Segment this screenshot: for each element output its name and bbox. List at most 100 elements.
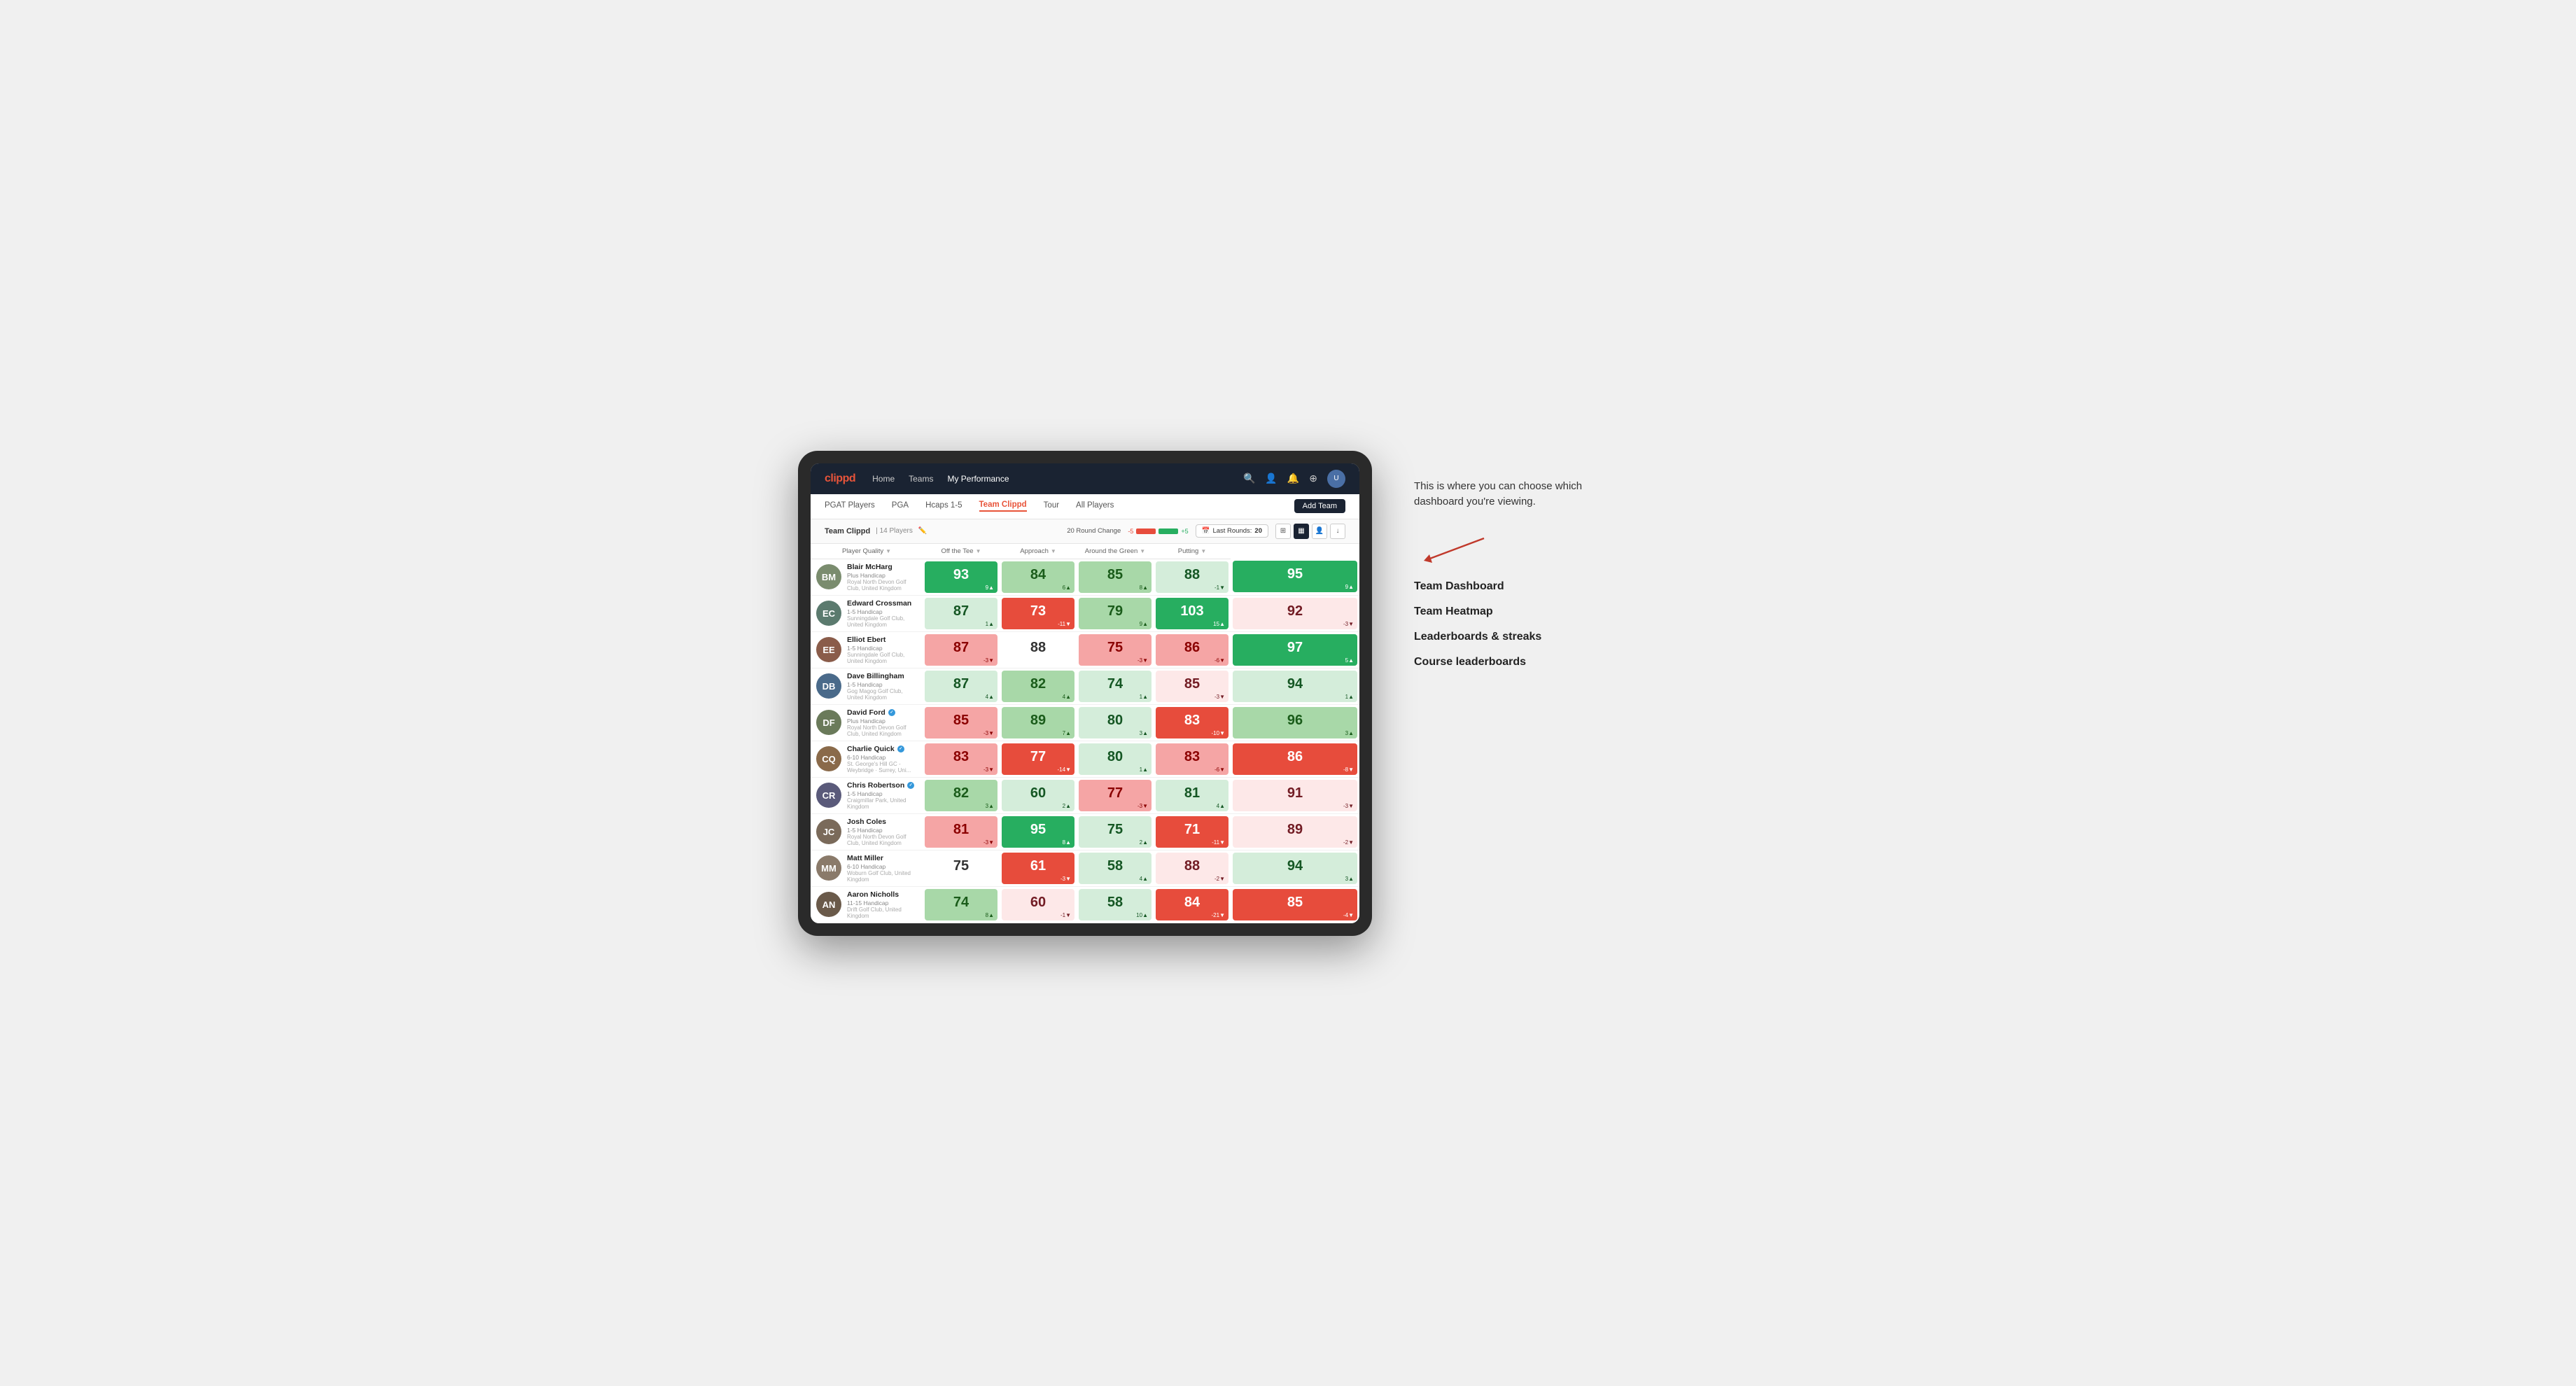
score-cell: 75 2▲	[1077, 813, 1154, 850]
score-change: -2▼	[1343, 839, 1354, 846]
player-club: Sunningdale Golf Club, United Kingdom	[847, 615, 917, 628]
search-icon[interactable]: 🔍	[1243, 472, 1255, 484]
table-row[interactable]: CQ Charlie Quick ✓ 6-10 Handicap St. Geo…	[811, 741, 1359, 777]
score-value: 94	[1287, 858, 1303, 874]
score-value: 91	[1287, 785, 1303, 801]
grid-view-button[interactable]: ⊞	[1275, 524, 1291, 539]
player-details: Blair McHarg Plus Handicap Royal North D…	[847, 563, 917, 592]
player-club: St. George's Hill GC - Weybridge · Surre…	[847, 761, 917, 774]
sub-nav: PGAT Players PGA Hcaps 1-5 Team Clippd T…	[811, 494, 1359, 519]
sort-around-icon[interactable]: ▼	[1140, 548, 1145, 554]
dashboard-list-item: Team Dashboard	[1414, 580, 1624, 593]
score-cell: 60 -1▼	[1000, 886, 1077, 923]
player-info: DF David Ford ✓ Plus Handicap Royal Nort…	[813, 707, 920, 738]
tablet-frame: clippd Home Teams My Performance 🔍 👤 🔔 ⊕…	[798, 451, 1372, 936]
nav-home[interactable]: Home	[872, 474, 895, 484]
score-value: 86	[1184, 640, 1200, 655]
score-change: -3▼	[983, 657, 994, 664]
player-handicap: 6-10 Handicap	[847, 754, 917, 761]
score-cell: 87 1▲	[923, 595, 1000, 631]
player-club: Woburn Golf Club, United Kingdom	[847, 870, 917, 883]
sort-putting-icon[interactable]: ▼	[1200, 548, 1206, 554]
sort-offtee-icon[interactable]: ▼	[976, 548, 981, 554]
nav-my-performance[interactable]: My Performance	[947, 474, 1009, 484]
score-value: 93	[953, 567, 969, 582]
score-cell: 85 8▲	[1077, 559, 1154, 595]
score-change: 3▲	[1345, 730, 1354, 736]
score-cell: 81 -3▼	[923, 813, 1000, 850]
score-value: 84	[1030, 567, 1046, 582]
score-cell: 97 5▲	[1231, 631, 1359, 668]
table-row[interactable]: CR Chris Robertson ✓ 1-5 Handicap Craigm…	[811, 777, 1359, 813]
tab-pgat[interactable]: PGAT Players	[825, 501, 875, 511]
sort-player-icon[interactable]: ▼	[886, 548, 891, 554]
score-cell: 80 1▲	[1077, 741, 1154, 777]
round-change-label: 20 Round Change	[1067, 527, 1121, 535]
score-value: 88	[1030, 640, 1046, 655]
nav-teams[interactable]: Teams	[909, 474, 933, 484]
avatar[interactable]: U	[1327, 470, 1345, 488]
score-value: 89	[1030, 713, 1046, 728]
score-change: -6▼	[1214, 766, 1225, 773]
score-value: 83	[953, 749, 969, 764]
table-row[interactable]: BM Blair McHarg Plus Handicap Royal Nort…	[811, 559, 1359, 595]
score-cell: 77 -3▼	[1077, 777, 1154, 813]
score-change: 3▲	[1345, 876, 1354, 882]
player-details: Aaron Nicholls 11-15 Handicap Drift Golf…	[847, 890, 917, 919]
table-row[interactable]: DF David Ford ✓ Plus Handicap Royal Nort…	[811, 704, 1359, 741]
player-cell: EC Edward Crossman 1-5 Handicap Sunningd…	[811, 595, 923, 631]
tab-all-players[interactable]: All Players	[1076, 501, 1114, 511]
bell-icon[interactable]: 🔔	[1287, 472, 1299, 484]
score-change: 3▲	[1140, 730, 1148, 736]
bar-positive	[1158, 528, 1178, 534]
table-row[interactable]: AN Aaron Nicholls 11-15 Handicap Drift G…	[811, 886, 1359, 923]
tab-hcaps[interactable]: Hcaps 1-5	[925, 501, 962, 511]
table-row[interactable]: EE Elliot Ebert 1-5 Handicap Sunningdale…	[811, 631, 1359, 668]
score-change: 4▲	[1217, 803, 1225, 809]
score-cell: 79 9▲	[1077, 595, 1154, 631]
edit-icon[interactable]: ✏️	[918, 527, 927, 535]
tab-pga[interactable]: PGA	[892, 501, 909, 511]
download-view-button[interactable]: ↓	[1330, 524, 1345, 539]
score-value: 80	[1107, 713, 1123, 728]
table-row[interactable]: EC Edward Crossman 1-5 Handicap Sunningd…	[811, 595, 1359, 631]
player-info: CQ Charlie Quick ✓ 6-10 Handicap St. Geo…	[813, 743, 920, 775]
score-cell: 86 -8▼	[1231, 741, 1359, 777]
score-change: 1▲	[1345, 694, 1354, 700]
change-neg: -5	[1128, 528, 1133, 535]
annotation-area: This is where you can choose which dashb…	[1414, 451, 1624, 668]
add-team-button[interactable]: Add Team	[1294, 499, 1345, 513]
sort-approach-icon[interactable]: ▼	[1051, 548, 1056, 554]
player-info: JC Josh Coles 1-5 Handicap Royal North D…	[813, 816, 920, 848]
table-row[interactable]: DB Dave Billingham 1-5 Handicap Gog Mago…	[811, 668, 1359, 704]
col-approach-label: Approach	[1020, 547, 1049, 555]
table-row[interactable]: MM Matt Miller 6-10 Handicap Woburn Golf…	[811, 850, 1359, 886]
heatmap-view-button[interactable]: ▦	[1294, 524, 1309, 539]
person-view-button[interactable]: 👤	[1312, 524, 1327, 539]
annotation-arrow	[1414, 531, 1498, 566]
player-avatar: CQ	[816, 746, 841, 771]
user-icon[interactable]: 👤	[1265, 472, 1277, 484]
score-cell: 85 -3▼	[1154, 668, 1231, 704]
player-details: Elliot Ebert 1-5 Handicap Sunningdale Go…	[847, 636, 917, 664]
col-offtee-label: Off the Tee	[941, 547, 973, 555]
player-handicap: 1-5 Handicap	[847, 681, 917, 688]
score-cell: 87 4▲	[923, 668, 1000, 704]
score-value: 71	[1184, 822, 1200, 837]
score-value: 85	[953, 713, 969, 728]
table-row[interactable]: JC Josh Coles 1-5 Handicap Royal North D…	[811, 813, 1359, 850]
player-details: David Ford ✓ Plus Handicap Royal North D…	[847, 708, 917, 737]
player-info: DB Dave Billingham 1-5 Handicap Gog Mago…	[813, 671, 920, 702]
score-change: 3▲	[986, 803, 994, 809]
tab-tour[interactable]: Tour	[1044, 501, 1059, 511]
tab-team-clippd[interactable]: Team Clippd	[979, 500, 1027, 512]
logo: clippd	[825, 472, 855, 485]
settings-icon[interactable]: ⊕	[1309, 472, 1317, 484]
score-cell: 85 -3▼	[923, 704, 1000, 741]
player-handicap: 1-5 Handicap	[847, 645, 917, 652]
last-rounds-button[interactable]: 📅 Last Rounds: 20	[1196, 524, 1268, 538]
score-change: -1▼	[1060, 912, 1071, 918]
score-change: 8▲	[986, 912, 994, 918]
player-club: Royal North Devon Golf Club, United King…	[847, 579, 917, 592]
score-cell: 95 9▲	[1231, 559, 1359, 595]
